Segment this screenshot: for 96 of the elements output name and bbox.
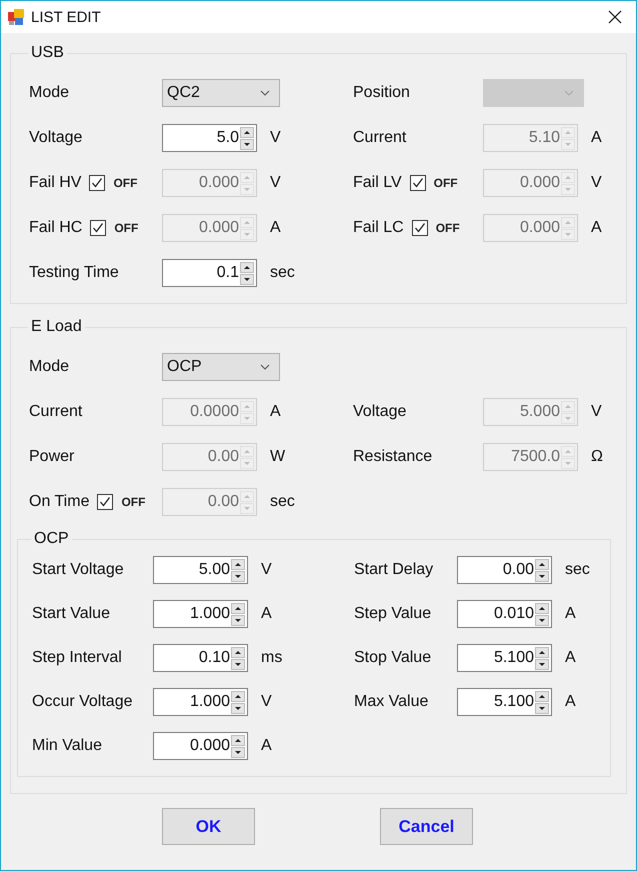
spin-up-button[interactable] — [240, 126, 254, 138]
number-field[interactable]: 5.0 — [162, 124, 257, 152]
checkbox-label: OFF — [121, 495, 146, 509]
unit-label: ms — [261, 649, 282, 667]
field-label: Start Value — [32, 605, 110, 623]
spin-down-button[interactable] — [535, 702, 549, 714]
field-label: Fail LV — [353, 174, 402, 192]
window-title: LIST EDIT — [31, 8, 102, 26]
spin-down-button[interactable] — [231, 702, 245, 714]
number-field[interactable]: 1.000 — [153, 688, 248, 716]
number-field[interactable]: 0.10 — [153, 644, 248, 672]
checkbox-label: OFF — [113, 176, 138, 190]
field-label: Step Value — [354, 605, 432, 623]
unit-label: A — [261, 737, 272, 755]
unit-label: V — [270, 174, 281, 192]
spin-down-button[interactable] — [231, 658, 245, 670]
spin-down-button[interactable] — [231, 746, 245, 758]
number-field[interactable]: 5.100 — [457, 644, 552, 672]
number-field[interactable]: 0.000 — [153, 732, 248, 760]
number-field[interactable]: 5.00 — [153, 556, 248, 584]
spin-up-button[interactable] — [231, 734, 245, 746]
unit-label: W — [270, 448, 286, 466]
field-label: Mode — [29, 358, 70, 376]
spin-down-button[interactable] — [240, 138, 254, 150]
ok-button[interactable]: OK — [162, 808, 255, 845]
spin-up-button[interactable] — [535, 690, 549, 702]
checkbox-label: OFF — [434, 176, 458, 190]
unit-label: V — [591, 403, 602, 421]
group-title: E Load — [30, 318, 83, 336]
field-label: Step Interval — [32, 649, 122, 667]
dropdown[interactable]: OCP — [162, 353, 280, 381]
spin-up-button[interactable] — [535, 602, 549, 614]
unit-label: sec — [565, 561, 590, 579]
checkbox-label: OFF — [114, 221, 138, 235]
unit-label: V — [261, 561, 272, 579]
unit-label: A — [591, 129, 602, 147]
spin-up-button[interactable] — [231, 602, 245, 614]
close-icon[interactable] — [608, 10, 622, 24]
field-label: Min Value — [32, 737, 102, 755]
unit-label: A — [270, 403, 281, 421]
field-label: Position — [353, 84, 410, 102]
checkbox-label: OFF — [436, 221, 460, 235]
unit-label: V — [270, 129, 281, 147]
field-label: Resistance — [353, 448, 432, 466]
unit-label: V — [261, 693, 272, 711]
dropdown[interactable]: QC2 — [162, 79, 280, 107]
spin-down-button[interactable] — [240, 274, 254, 284]
field-label: Start Delay — [354, 561, 434, 579]
chevron-down-icon — [564, 90, 574, 96]
spin-up-button[interactable] — [231, 690, 245, 702]
unit-label: A — [591, 219, 602, 237]
field-label: On Time — [29, 493, 90, 511]
spin-up-button[interactable] — [535, 558, 549, 570]
chevron-down-icon — [260, 364, 270, 370]
field-label: Start Voltage — [32, 561, 124, 579]
cancel-button[interactable]: Cancel — [380, 808, 473, 845]
spin-down-button[interactable] — [535, 570, 549, 582]
unit-label: sec — [270, 493, 295, 511]
field-label: Fail HV — [29, 174, 82, 192]
app-icon — [8, 9, 24, 25]
unit-label: A — [261, 605, 272, 623]
unit-label: A — [565, 649, 576, 667]
field-label: Voltage — [353, 403, 406, 421]
field-label: Occur Voltage — [32, 693, 132, 711]
spin-up-button[interactable] — [231, 558, 245, 570]
field-label: Power — [29, 448, 74, 466]
field-label: Fail HC — [29, 219, 82, 237]
number-field[interactable]: 0.1 — [162, 259, 257, 287]
unit-label: V — [591, 174, 602, 192]
field-label: Current — [29, 403, 82, 421]
number-field[interactable]: 0.00 — [457, 556, 552, 584]
unit-label: A — [565, 605, 576, 623]
spin-down-button[interactable] — [231, 614, 245, 626]
unit-label: Ω — [591, 448, 603, 466]
field-label: Testing Time — [29, 264, 119, 282]
spin-down-button[interactable] — [535, 614, 549, 626]
group-title: OCP — [33, 530, 70, 548]
number-field[interactable]: 0.010 — [457, 600, 552, 628]
unit-label: A — [565, 693, 576, 711]
number-field[interactable]: 5.100 — [457, 688, 552, 716]
unit-label: A — [270, 219, 281, 237]
group-title: USB — [30, 44, 65, 62]
field-label: Fail LC — [353, 219, 404, 237]
chevron-down-icon — [260, 90, 270, 96]
number-field[interactable]: 1.000 — [153, 600, 248, 628]
field-label: Stop Value — [354, 649, 432, 667]
spin-up-button[interactable] — [535, 646, 549, 658]
field-label: Current — [353, 129, 406, 147]
unit-label: sec — [270, 264, 295, 282]
spin-down-button[interactable] — [231, 570, 245, 582]
field-label: Mode — [29, 84, 70, 102]
spin-up-button[interactable] — [231, 646, 245, 658]
field-label: Max Value — [354, 693, 428, 711]
spin-up-button[interactable] — [240, 262, 254, 272]
spin-down-button[interactable] — [535, 658, 549, 670]
field-label: Voltage — [29, 129, 82, 147]
